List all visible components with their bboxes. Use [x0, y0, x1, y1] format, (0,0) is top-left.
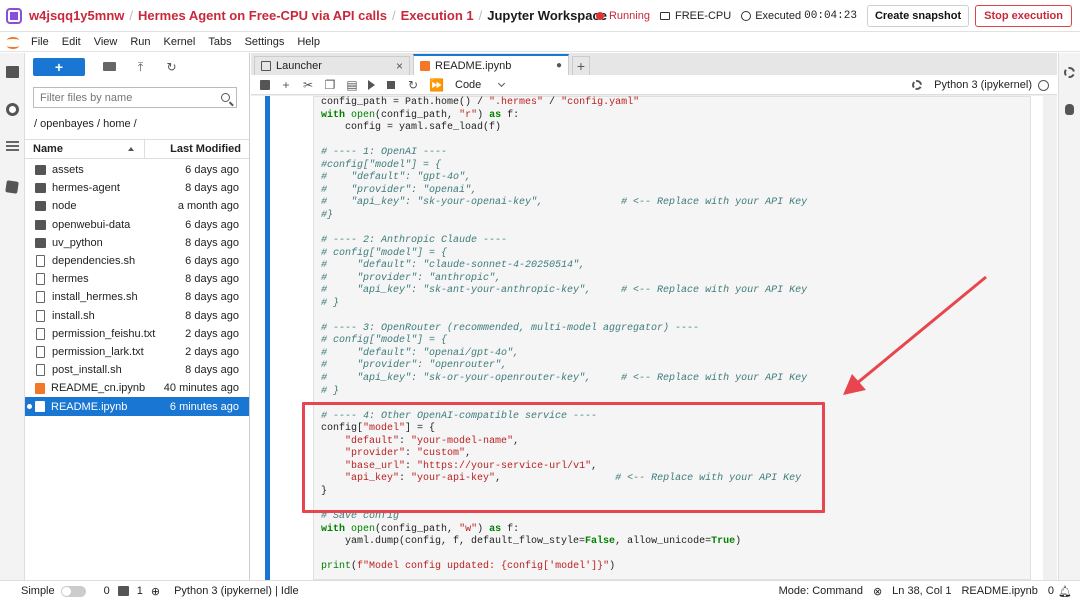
arrow-shaft — [855, 275, 987, 386]
annotation-arrow — [843, 275, 987, 395]
